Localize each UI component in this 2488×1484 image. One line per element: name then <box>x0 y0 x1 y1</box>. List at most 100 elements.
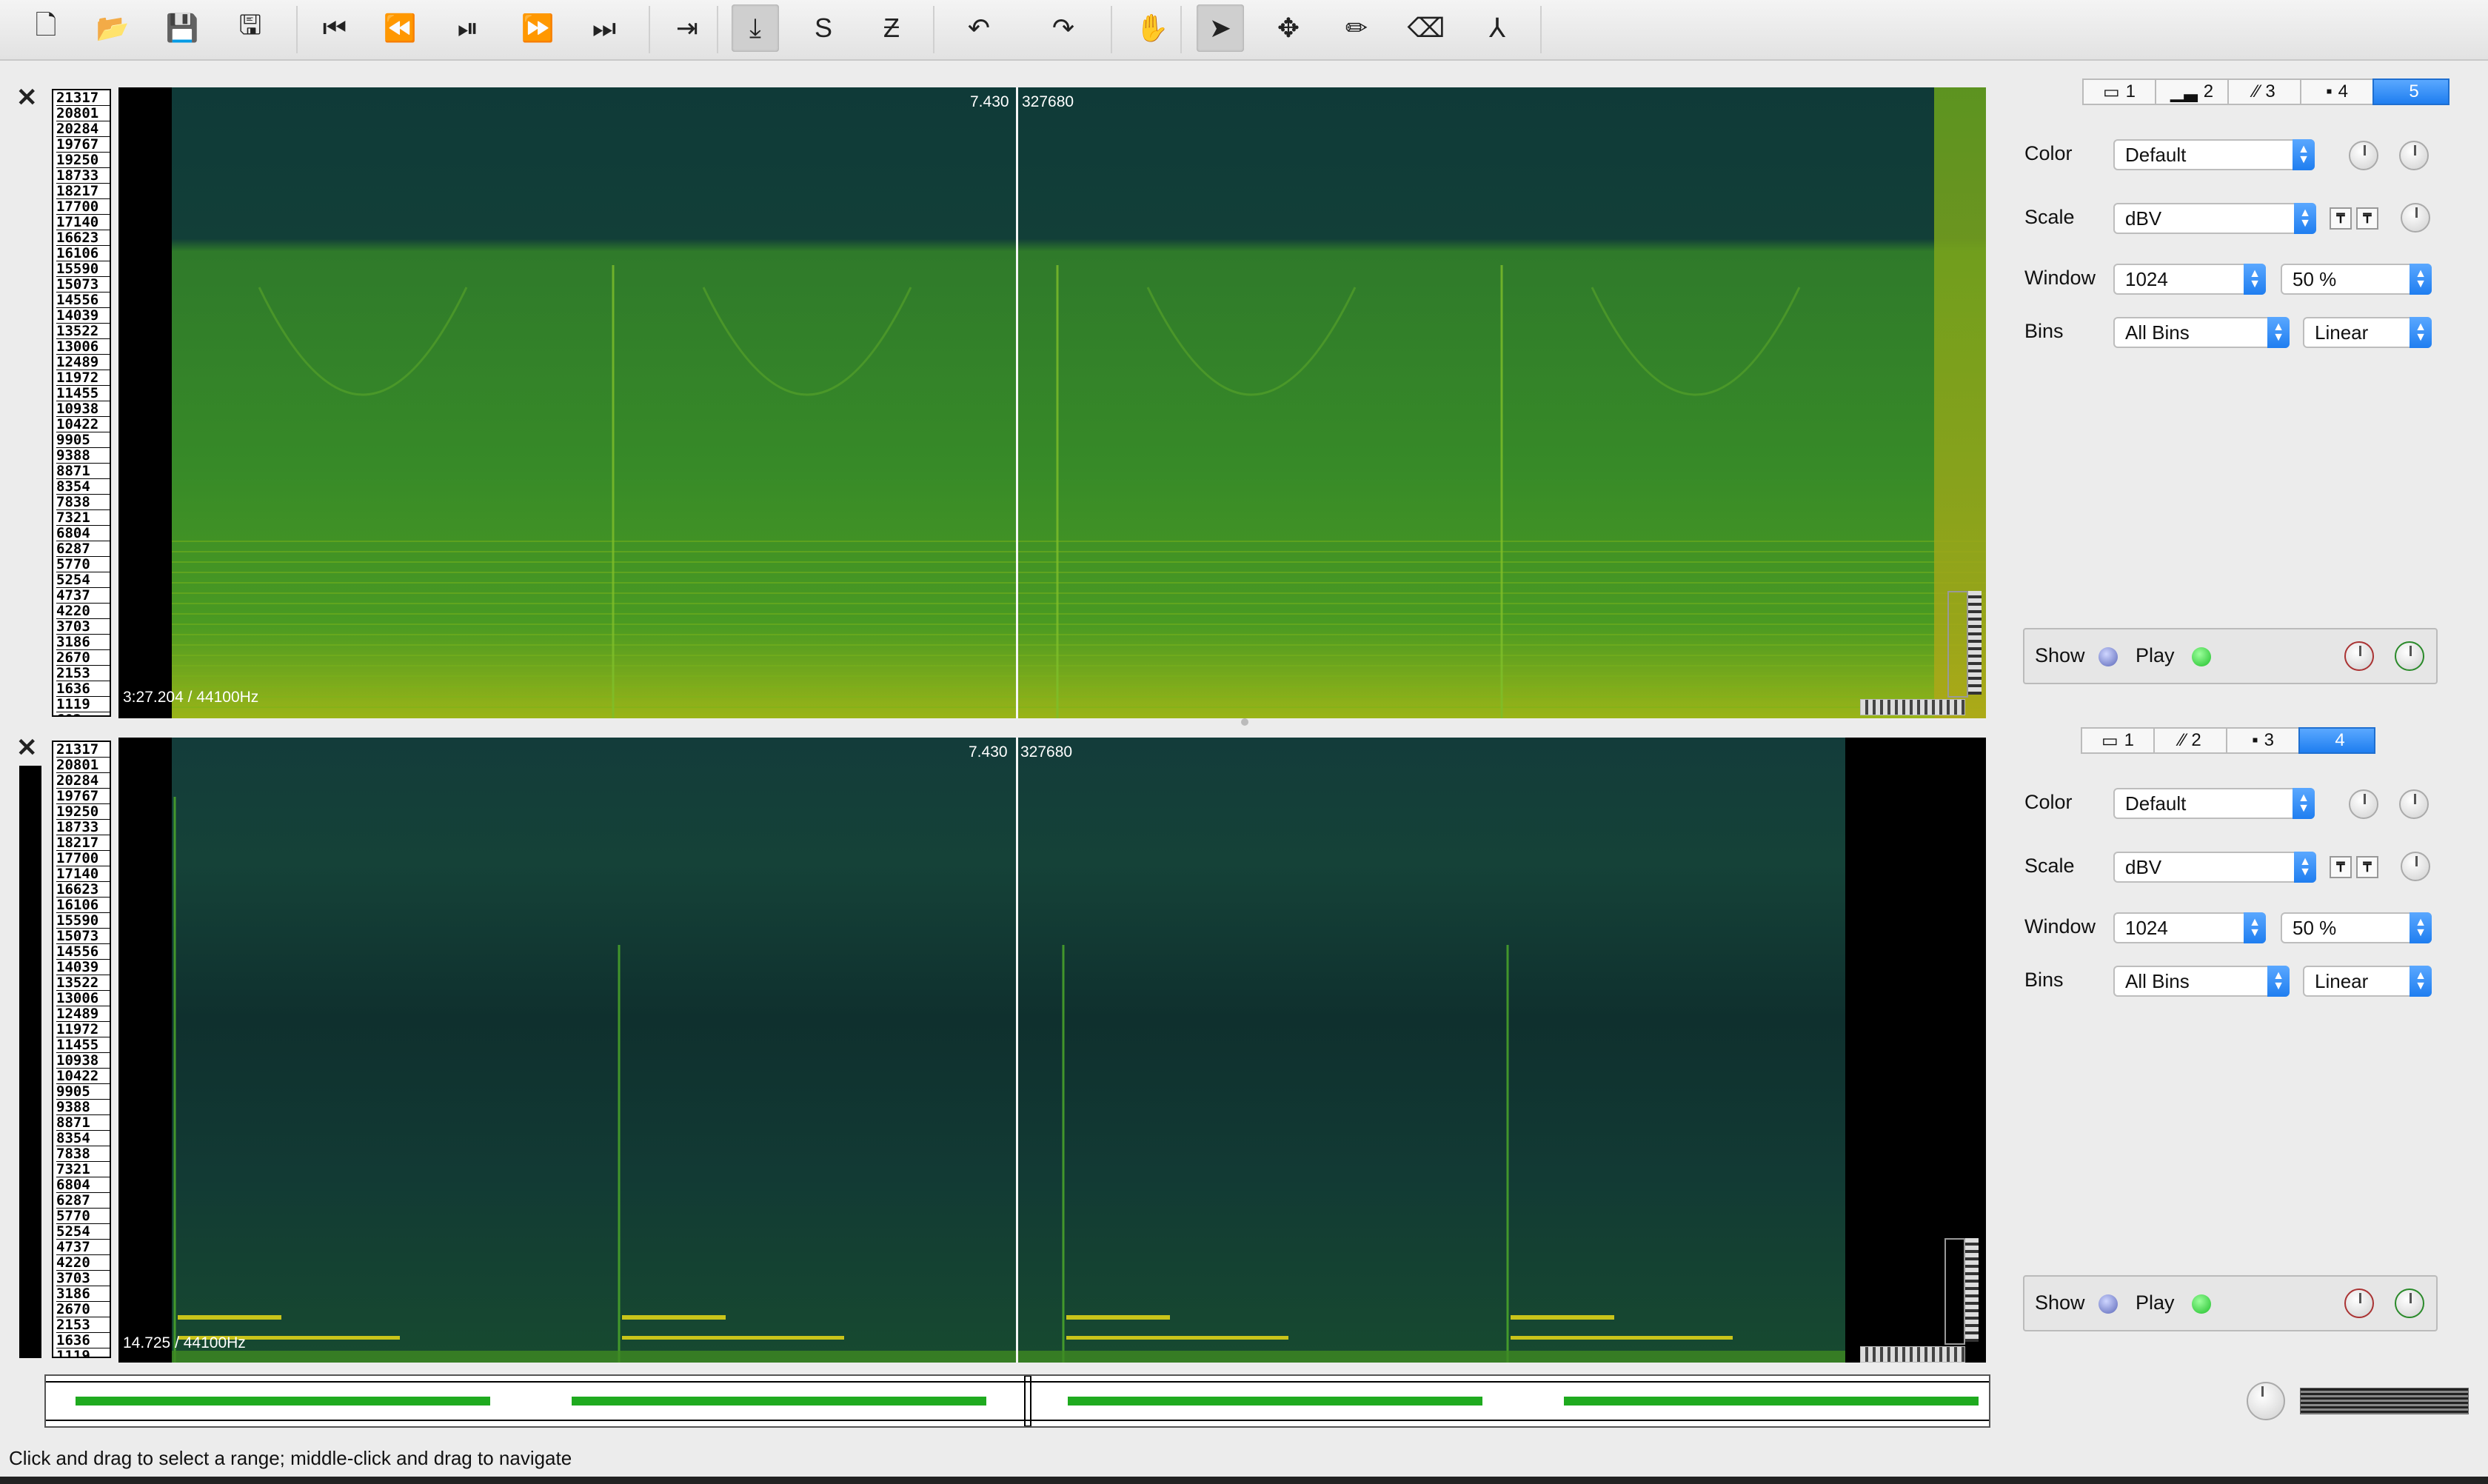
pane-splitter[interactable] <box>1241 718 1248 726</box>
playback-pan-knob[interactable] <box>2395 641 2424 671</box>
save-icon[interactable]: 💾 <box>158 4 206 52</box>
frequency-tick-label: 19250 <box>56 153 110 168</box>
select-arrow-icon[interactable]: ➤ <box>1197 4 1244 52</box>
bins-scale-select[interactable]: Linear ▲ ▼ <box>2303 966 2432 997</box>
normalize-columns-button[interactable]: ₸ <box>2330 856 2352 878</box>
layer-tab-5[interactable]: 5 <box>2372 78 2449 105</box>
color-invert-knob[interactable] <box>2399 789 2429 819</box>
toolbar-separator <box>1111 6 1112 53</box>
draw-pencil-icon[interactable]: ✏ <box>1333 4 1380 52</box>
waveform-overview[interactable] <box>44 1374 1990 1428</box>
spectrogram-view-1[interactable]: 7.430 327680 3:27.204 / 44100Hz <box>118 87 1986 718</box>
gain-knob[interactable] <box>2401 852 2430 881</box>
layer-tab-3[interactable]: ▪ 3 <box>2226 727 2300 754</box>
close-pane-2-icon[interactable]: ✕ <box>16 733 38 763</box>
frequency-tick-label: 5254 <box>56 572 110 588</box>
measure-icon[interactable]: ⅄ <box>1474 4 1521 52</box>
frequency-tick-label: 3186 <box>56 1286 110 1302</box>
layer-tab-3[interactable]: ⁄⁄ 3 <box>2227 78 2301 105</box>
bottom-strip <box>0 1477 2488 1484</box>
layer-tab-2[interactable]: ▁▃ 2 <box>2155 78 2229 105</box>
open-file-icon[interactable]: 📂 <box>89 4 136 52</box>
scale-label: Scale <box>2024 855 2075 877</box>
loop-playback-icon[interactable]: Ƶ <box>868 4 915 52</box>
close-pane-1-icon[interactable]: ✕ <box>16 83 38 113</box>
normalize-visible-button[interactable]: ₸ <box>2356 207 2378 230</box>
spectrogram-view-2[interactable]: 7.430 327680 14.725 / 44100Hz <box>118 738 1986 1363</box>
window-size-select[interactable]: 1024 ▲ ▼ <box>2113 264 2266 295</box>
layer-tab-4[interactable]: 4 <box>2298 727 2375 754</box>
zoom-slider[interactable] <box>1860 1346 1965 1363</box>
scale-select[interactable]: dBV ▲ ▼ <box>2113 203 2316 234</box>
spectrogram-2-image <box>118 738 1986 1363</box>
frequency-tick-label: 6804 <box>56 1177 110 1193</box>
show-label: Show <box>2035 644 2085 666</box>
frequency-tick-label: 2670 <box>56 1302 110 1317</box>
window-size-select[interactable]: 1024 ▲ ▼ <box>2113 912 2266 943</box>
window-overlap-select[interactable]: 50 % ▲ ▼ <box>2281 912 2432 943</box>
global-zoom-slider[interactable] <box>2300 1388 2469 1414</box>
play-pause-icon[interactable]: ⏯ <box>444 4 492 52</box>
play-label: Play <box>2136 1291 2175 1314</box>
frequency-tick-label: 20284 <box>56 121 110 137</box>
level-meter-ticks <box>1968 591 1982 695</box>
normalize-visible-button[interactable]: ₸ <box>2356 856 2378 878</box>
gain-knob[interactable] <box>2401 203 2430 233</box>
show-toggle[interactable] <box>2099 647 2118 666</box>
move-icon[interactable]: ✥ <box>1265 4 1312 52</box>
frequency-tick-label: 16623 <box>56 230 110 246</box>
rewind-start-icon[interactable]: ⏮ <box>311 4 358 52</box>
forward-end-icon[interactable]: ⏭ <box>581 4 628 52</box>
global-zoom-knob[interactable] <box>2247 1382 2285 1420</box>
chevron-updown-icon: ▲ ▼ <box>2293 139 2315 170</box>
color-select[interactable]: Default ▲ ▼ <box>2113 139 2315 170</box>
layer-tab-label: 3 <box>2264 730 2274 750</box>
save-as-icon[interactable]: 🖫 <box>227 4 274 52</box>
playback-gain-knob[interactable] <box>2344 641 2374 671</box>
redo-icon[interactable]: ↷ <box>1040 4 1087 52</box>
frequency-tick-label: 2670 <box>56 650 110 666</box>
play-toggle[interactable] <box>2192 647 2211 666</box>
playhead-cursor[interactable] <box>1016 87 1018 718</box>
layer-tab-4[interactable]: ▪ 4 <box>2300 78 2374 105</box>
scale-select[interactable]: dBV ▲ ▼ <box>2113 852 2316 883</box>
layer-type-icon: ▭ <box>2102 81 2120 102</box>
frequency-tick-label: 14039 <box>56 308 110 324</box>
follow-playback-icon[interactable]: ⤓ <box>732 4 779 52</box>
new-file-icon[interactable]: 🗋 <box>22 4 70 52</box>
frequency-tick-label: 6287 <box>56 541 110 557</box>
bins-scale-value: Linear <box>2315 969 2369 992</box>
fast-forward-icon[interactable]: ⏩ <box>514 4 561 52</box>
playback-gain-knob[interactable] <box>2344 1289 2374 1318</box>
color-invert-knob[interactable] <box>2399 141 2429 170</box>
navigate-hand-icon[interactable]: ✋ <box>1128 4 1176 52</box>
play-toggle[interactable] <box>2192 1294 2211 1314</box>
bins-select[interactable]: All Bins ▲ ▼ <box>2113 317 2290 348</box>
layer-tab-2[interactable]: ⁄⁄ 2 <box>2153 727 2227 754</box>
color-rotate-knob[interactable] <box>2349 141 2378 170</box>
frequency-tick-label: 1119 <box>56 1348 110 1357</box>
show-toggle[interactable] <box>2099 1294 2118 1314</box>
playback-pan-knob[interactable] <box>2395 1289 2424 1318</box>
layer-tab-1[interactable]: ▭ 1 <box>2082 78 2156 105</box>
rewind-icon[interactable]: ⏪ <box>376 4 424 52</box>
duration-rate-label: 3:27.204 / 44100Hz <box>123 689 259 706</box>
undo-icon[interactable]: ↶ <box>955 4 1003 52</box>
bins-scale-select[interactable]: Linear ▲ ▼ <box>2303 317 2432 348</box>
layer-tab-1[interactable]: ▭ 1 <box>2081 727 2155 754</box>
erase-icon[interactable]: ⌫ <box>1402 4 1450 52</box>
playhead-cursor[interactable] <box>1016 738 1018 1363</box>
zoom-slider[interactable] <box>1860 699 1965 715</box>
bins-select[interactable]: All Bins ▲ ▼ <box>2113 966 2290 997</box>
color-select[interactable]: Default ▲ ▼ <box>2113 788 2315 819</box>
frequency-tick-label: 10938 <box>56 1053 110 1069</box>
play-selection-icon[interactable]: ⇥ <box>663 4 711 52</box>
cursor-frame-label: 327680 <box>1022 93 1074 110</box>
constrain-playback-icon[interactable]: S <box>800 4 847 52</box>
color-rotate-knob[interactable] <box>2349 789 2378 819</box>
normalize-columns-button[interactable]: ₸ <box>2330 207 2352 230</box>
color-label: Color <box>2024 791 2073 813</box>
window-overlap-select[interactable]: 50 % ▲ ▼ <box>2281 264 2432 295</box>
level-meter <box>1944 1238 1965 1345</box>
play-label: Play <box>2136 644 2175 666</box>
